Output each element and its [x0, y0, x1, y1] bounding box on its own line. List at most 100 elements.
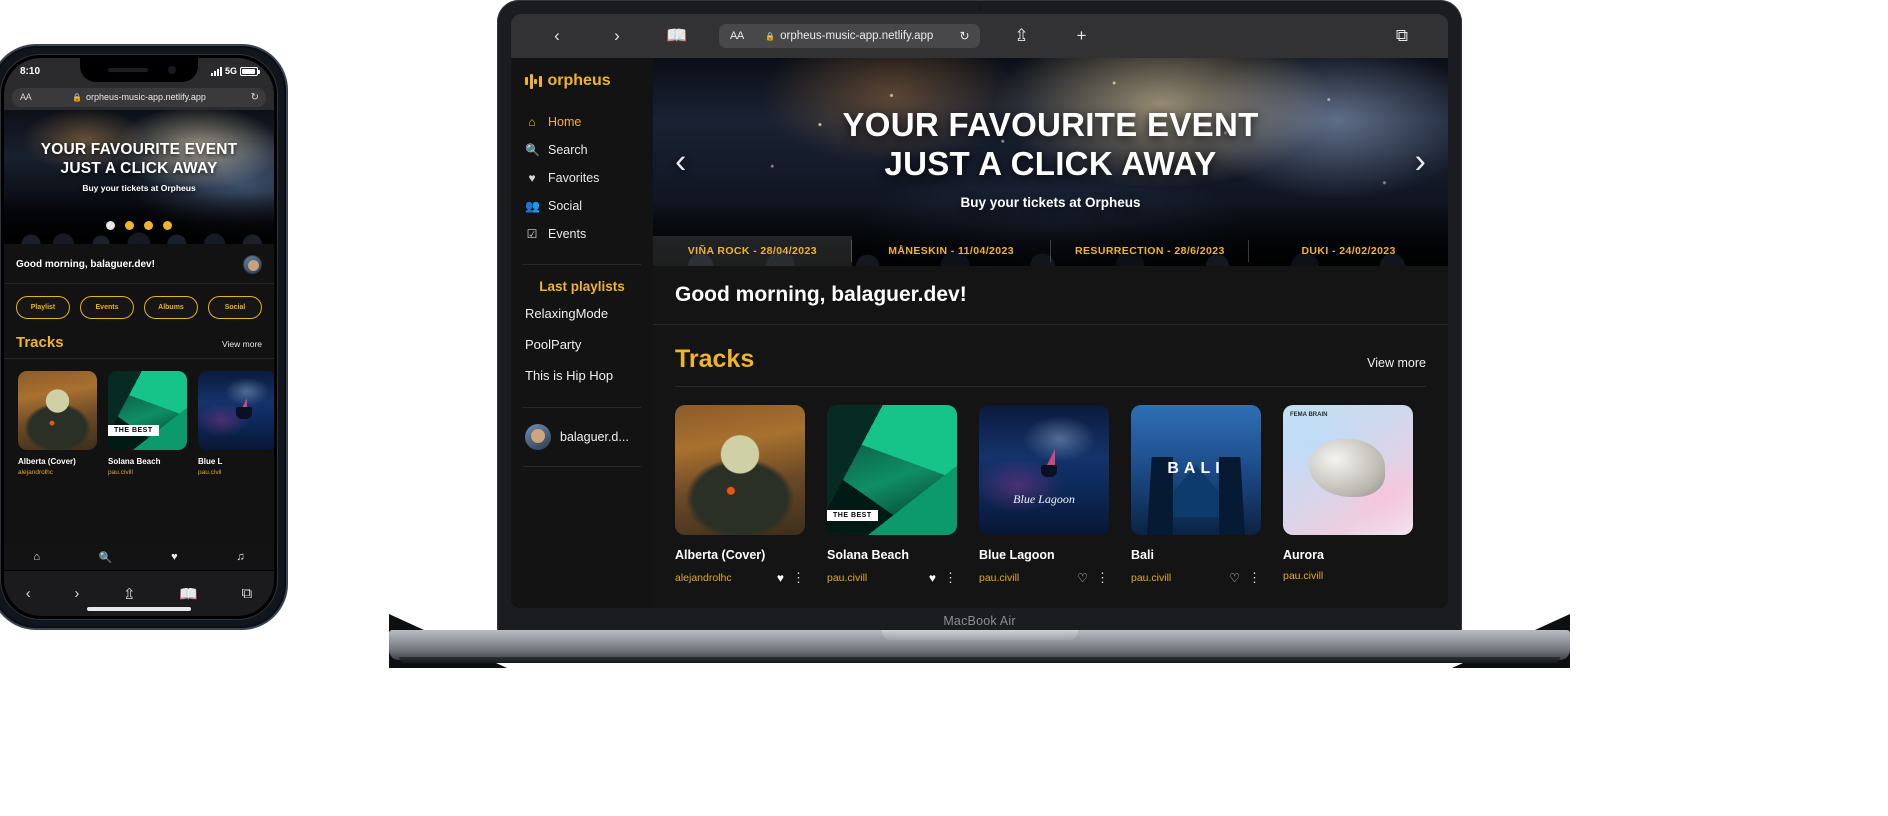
chip-albums[interactable]: Albums — [144, 296, 198, 319]
share-icon[interactable]: ⇫ — [992, 26, 1052, 46]
iphone-mockup: 8:10 5G AA 🔒 orpheus-music-app.netlify.a… — [0, 44, 288, 630]
track-cover[interactable]: THE BEST — [827, 405, 957, 535]
sidebar-item-events[interactable]: ☑ Events — [511, 220, 653, 248]
heart-outline-icon[interactable]: ♡ — [1229, 571, 1240, 585]
user-name: balaguer.d... — [560, 430, 629, 444]
sidebar-item-favorites[interactable]: ♥ Favorites — [511, 164, 653, 192]
track-cover[interactable] — [18, 371, 97, 450]
more-options-icon[interactable]: ⋮ — [1096, 570, 1109, 586]
phone-hero-banner[interactable]: YOUR FAVOURITE EVENT JUST A CLICK AWAY B… — [4, 110, 274, 244]
heart-filled-icon[interactable]: ♥ — [777, 571, 784, 585]
text-size-icon[interactable]: AA — [20, 92, 32, 102]
checkbox-icon: ☑ — [526, 227, 538, 241]
track-actions: ♡ ⋮ — [1077, 570, 1109, 586]
track-cover[interactable]: THE BEST — [108, 371, 187, 450]
sidebar-item-search[interactable]: 🔍 Search — [511, 136, 653, 164]
heart-icon[interactable]: ♥ — [171, 551, 178, 563]
share-icon[interactable]: ⇫ — [123, 585, 136, 603]
safari-window: ‹ › 📖 AA 🔒 orpheus-music-app.netlify.app… — [511, 14, 1448, 608]
playlist-item-poolparty[interactable]: PoolParty — [511, 329, 653, 360]
list-item[interactable]: THE BEST Solana Beach pau.civill — [108, 371, 187, 476]
playlist-item-hiphop[interactable]: This is Hip Hop — [511, 360, 653, 391]
track-artist: pau.civill — [979, 572, 1020, 584]
reload-icon[interactable]: ↻ — [959, 29, 969, 43]
event-item-maneskin[interactable]: MÅNESKIN - 11/04/2023 — [852, 236, 1051, 266]
event-item-duki[interactable]: DUKI - 24/02/2023 — [1249, 236, 1448, 266]
phone-app-content: YOUR FAVOURITE EVENT JUST A CLICK AWAY B… — [4, 110, 274, 616]
track-card[interactable]: Blue Lagoon Blue Lagoon pau.civill ♡ ⋮ — [979, 405, 1109, 586]
chevron-right-icon[interactable]: › — [1415, 143, 1426, 182]
forward-chevron-icon[interactable]: › — [587, 26, 647, 46]
track-cover[interactable] — [675, 405, 805, 535]
sidebar-item-home[interactable]: ⌂ Home — [511, 108, 653, 136]
base-notch — [881, 630, 1078, 640]
list-item[interactable]: Alberta (Cover) alejandrolhc — [18, 371, 97, 476]
chip-playlist[interactable]: Playlist — [16, 296, 70, 319]
address-bar[interactable]: AA 🔒 orpheus-music-app.netlify.app ↻ — [719, 24, 980, 48]
event-item-vina-rock[interactable]: VIÑA ROCK - 28/04/2023 — [653, 236, 852, 266]
back-icon[interactable]: ‹ — [26, 585, 31, 602]
sidebar-item-label: Social — [548, 199, 583, 213]
sidebar-nav: ⌂ Home 🔍 Search ♥ Favorites 👥 Social ☑ E… — [511, 108, 653, 248]
more-options-icon[interactable]: ⋮ — [792, 570, 805, 586]
back-chevron-icon[interactable]: ‹ — [527, 26, 587, 46]
heart-filled-icon[interactable]: ♥ — [929, 571, 936, 585]
iphone-safari-urlbar[interactable]: AA 🔒 orpheus-music-app.netlify.app ↻ — [4, 84, 274, 110]
list-item[interactable]: Blue L pau.civil — [198, 371, 274, 476]
track-actions: ♥ ⋮ — [777, 570, 805, 586]
aurora-blob-shape — [1309, 439, 1385, 497]
text-size-icon[interactable]: AA — [730, 30, 744, 42]
sidebar-item-social[interactable]: 👥 Social — [511, 192, 653, 220]
carousel-dot[interactable] — [163, 221, 172, 230]
chevron-left-icon[interactable]: ‹ — [675, 143, 686, 182]
track-cover[interactable] — [198, 371, 274, 450]
book-icon[interactable]: 📖 — [647, 26, 707, 46]
more-options-icon[interactable]: ⋮ — [1248, 570, 1261, 586]
track-artist: pau.civill — [827, 572, 868, 584]
chip-social[interactable]: Social — [208, 296, 262, 319]
user-profile[interactable]: balaguer.d... — [511, 408, 653, 450]
network-label: 5G — [224, 66, 237, 76]
home-icon: ⌂ — [528, 115, 536, 129]
track-title: Solana Beach — [108, 457, 161, 466]
phone-mini-nav: ⌂ 🔍 ♥ ♫ — [4, 544, 274, 570]
hero-line2: JUST A CLICK AWAY — [884, 144, 1217, 182]
chip-events[interactable]: Events — [80, 296, 134, 319]
sidebar-item-label: Home — [548, 115, 582, 129]
phone-view-more-link[interactable]: View more — [222, 339, 262, 349]
heart-outline-icon[interactable]: ♡ — [1077, 571, 1088, 585]
playlist-item-relaxingmode[interactable]: RelaxingMode — [511, 298, 653, 329]
phone-carousel-dots[interactable] — [4, 221, 274, 230]
bookmarks-icon[interactable]: 📖 — [179, 585, 198, 603]
track-cover[interactable]: FEMA BRAIN — [1283, 405, 1413, 535]
search-icon[interactable]: 🔍 — [99, 551, 113, 564]
track-cover[interactable]: BALI — [1131, 405, 1261, 535]
avatar[interactable] — [243, 255, 262, 274]
forward-icon[interactable]: › — [74, 585, 79, 602]
carousel-dot[interactable] — [125, 221, 134, 230]
tabs-icon[interactable]: ⧉ — [241, 585, 252, 602]
boat-shape — [1041, 464, 1058, 477]
track-card[interactable]: FEMA BRAIN Aurora pau.civill — [1283, 405, 1413, 586]
track-card[interactable]: THE BEST Solana Beach pau.civill ♥ ⋮ — [827, 405, 957, 586]
brand-logo[interactable]: orpheus — [511, 72, 653, 90]
phone-hero-text: YOUR FAVOURITE EVENT JUST A CLICK AWAY B… — [4, 140, 274, 193]
sidebar-item-label: Search — [548, 143, 588, 157]
event-item-resurrection[interactable]: RESURRECTION - 28/6/2023 — [1051, 236, 1250, 266]
track-card[interactable]: BALI Bali pau.civill ♡ ⋮ — [1131, 405, 1261, 586]
phone-address-field[interactable]: AA 🔒 orpheus-music-app.netlify.app ↻ — [12, 87, 266, 107]
safari-toolbar: ‹ › 📖 AA 🔒 orpheus-music-app.netlify.app… — [511, 14, 1448, 58]
view-more-link[interactable]: View more — [1367, 356, 1426, 370]
tab-overview-icon[interactable]: ⧉ — [1372, 26, 1432, 46]
reload-icon[interactable]: ↻ — [251, 92, 259, 103]
music-note-icon[interactable]: ♫ — [236, 551, 244, 563]
home-icon[interactable]: ⌂ — [33, 551, 40, 563]
track-cover[interactable]: Blue Lagoon — [979, 405, 1109, 535]
carousel-dot[interactable] — [144, 221, 153, 230]
track-card[interactable]: Alberta (Cover) alejandrolhc ♥ ⋮ — [675, 405, 805, 586]
more-options-icon[interactable]: ⋮ — [944, 570, 957, 586]
plus-icon[interactable]: + — [1052, 26, 1112, 46]
hero-carousel[interactable]: YOUR FAVOURITE EVENT JUST A CLICK AWAY B… — [653, 58, 1448, 266]
carousel-dot[interactable] — [106, 221, 115, 230]
sidebar-item-label: Favorites — [548, 171, 600, 185]
